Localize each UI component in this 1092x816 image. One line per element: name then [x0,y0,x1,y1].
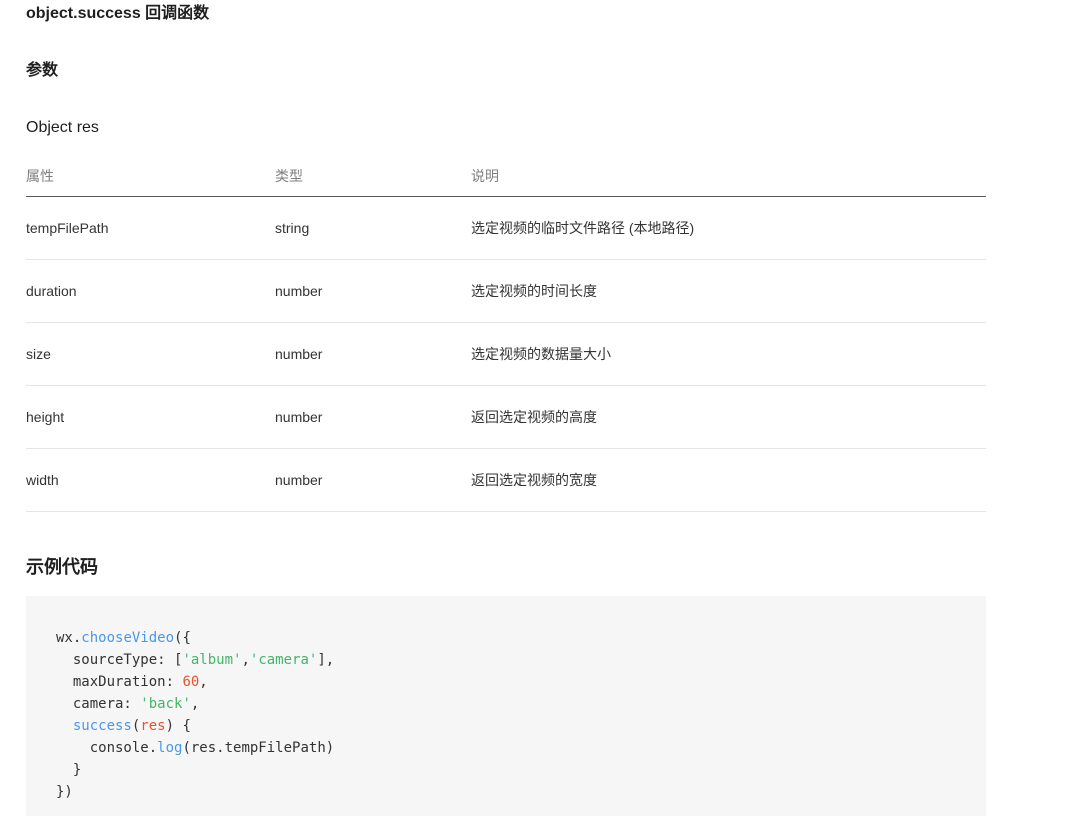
code-token: wx. [56,630,82,646]
example-code-heading: 示例代码 [26,557,98,577]
callback-heading: object.success 回调函数 [26,5,210,22]
code-line: console.log(res.tempFilePath) [56,737,956,759]
code-line: maxDuration: 60, [56,671,956,693]
table-row: tempFilePath string 选定视频的临时文件路径 (本地路径) [26,196,986,260]
property-description: 返回选定视频的宽度 [471,448,986,512]
code-line: wx.chooseVideo({ [56,627,956,649]
code-token: (res.tempFilePath) [182,740,335,756]
code-token: ({ [174,630,191,646]
params-heading: 参数 [26,62,59,79]
code-token: ) { [165,718,191,734]
header-type: 类型 [275,156,471,197]
header-description: 说明 [471,156,986,197]
code-block[interactable]: wx.chooseVideo({ sourceType: ['album','c… [26,596,986,816]
code-token: success [72,718,132,734]
property-name: width [26,448,275,512]
code-token: } [56,762,82,778]
table-row: height number 返回选定视频的高度 [26,385,986,449]
code-token: 60 [182,674,200,690]
code-token: res [140,718,166,734]
table-row: duration number 选定视频的时间长度 [26,259,986,323]
property-description: 返回选定视频的高度 [471,385,986,449]
code-token: }) [56,784,73,800]
properties-table: 属性 类型 说明 tempFilePath string 选定视频的临时文件路径… [26,156,986,512]
property-type: number [275,385,471,449]
property-name: height [26,385,275,449]
property-description: 选定视频的数据量大小 [471,322,986,386]
property-name: duration [26,259,275,323]
code-token: , [241,652,250,668]
code-token: ], [317,652,335,668]
code-token: , [199,674,208,690]
code-line: success(res) { [56,715,956,737]
code-token: 'back' [140,696,191,712]
property-type: number [275,448,471,512]
table-header-row: 属性 类型 说明 [26,156,986,197]
property-description: 选定视频的时间长度 [471,259,986,323]
property-type: number [275,259,471,323]
doc-page: object.success 回调函数 参数 Object res 属性 类型 … [0,0,1092,816]
property-type: string [275,196,471,260]
code-token: chooseVideo [81,630,175,646]
property-name: tempFilePath [26,196,275,260]
code-line: }) [56,781,956,803]
code-token: , [190,696,200,712]
property-name: size [26,322,275,386]
table-row: size number 选定视频的数据量大小 [26,322,986,386]
property-type: number [275,322,471,386]
code-line: camera: 'back', [56,693,956,715]
code-token: maxDuration: [56,674,183,690]
code-token: 'album' [182,652,242,668]
code-line: } [56,759,956,781]
object-heading: Object res [26,119,99,136]
code-token: sourceType: [ [56,652,183,668]
code-token: camera: [56,696,141,712]
code-token: 'camera' [249,652,318,668]
code-line: sourceType: ['album','camera'], [56,649,956,671]
table-row: width number 返回选定视频的宽度 [26,448,986,512]
code-token: console. [56,740,158,756]
code-token: log [157,740,183,756]
property-description: 选定视频的临时文件路径 (本地路径) [471,196,986,260]
header-property: 属性 [26,156,275,197]
